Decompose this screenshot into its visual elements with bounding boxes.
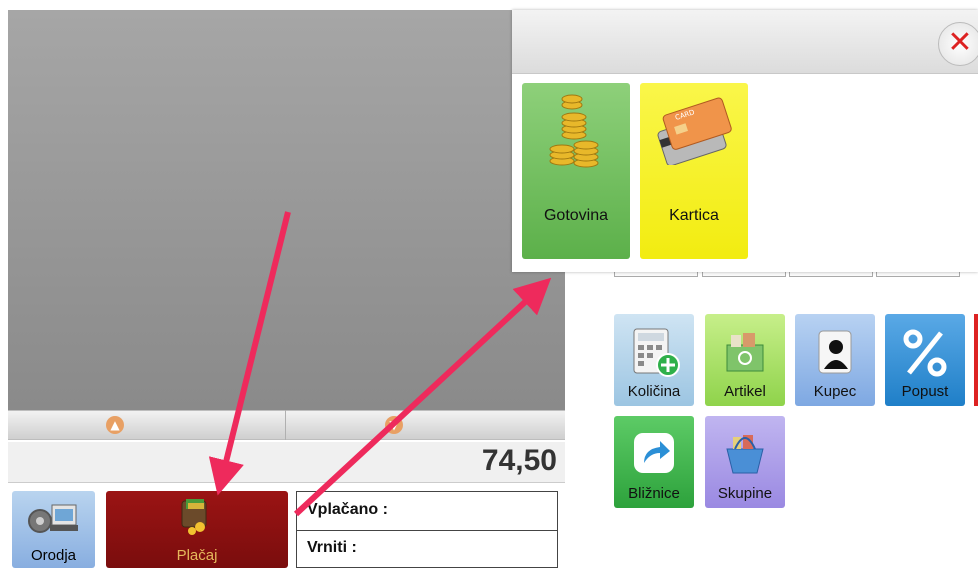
annotation-arrows xyxy=(208,211,552,517)
arrow-to-popup xyxy=(293,277,552,517)
arrow-to-pay xyxy=(208,211,291,496)
